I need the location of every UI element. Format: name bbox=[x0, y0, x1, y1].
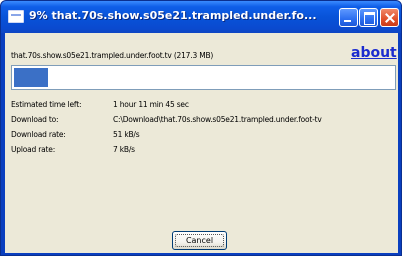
time-left-label: Estimated time left: bbox=[11, 100, 82, 109]
window-title: 9% that.70s.show.s05e21.trampled.under.f… bbox=[29, 9, 317, 22]
progress-fill bbox=[14, 68, 48, 87]
minimize-button[interactable] bbox=[339, 8, 358, 27]
download-rate-label: Download rate: bbox=[11, 130, 66, 139]
close-button[interactable] bbox=[380, 8, 399, 27]
about-link[interactable]: about bbox=[351, 45, 397, 61]
download-to-label: Download to: bbox=[11, 115, 59, 124]
upload-rate-label: Upload rate: bbox=[11, 145, 56, 154]
download-progress-bar bbox=[11, 65, 396, 90]
maximize-button[interactable] bbox=[359, 8, 378, 27]
upload-rate-value: 7 kB/s bbox=[113, 145, 135, 154]
cancel-button[interactable]: Cancel bbox=[172, 231, 227, 250]
download-rate-value: 51 kB/s bbox=[113, 130, 140, 139]
file-name-label: that.70s.show.s05e21.trampled.under.foot… bbox=[11, 51, 214, 60]
dialog-client-area: that.70s.show.s05e21.trampled.under.foot… bbox=[5, 33, 398, 253]
download-dialog-window: 9% that.70s.show.s05e21.trampled.under.f… bbox=[0, 0, 402, 256]
time-left-value: 1 hour 11 min 45 sec bbox=[113, 100, 189, 109]
title-bar[interactable]: 9% that.70s.show.s05e21.trampled.under.f… bbox=[1, 1, 401, 33]
window-app-icon bbox=[8, 10, 24, 23]
download-to-value: C:\Download\that.70s.show.s05e21.trample… bbox=[113, 115, 322, 124]
